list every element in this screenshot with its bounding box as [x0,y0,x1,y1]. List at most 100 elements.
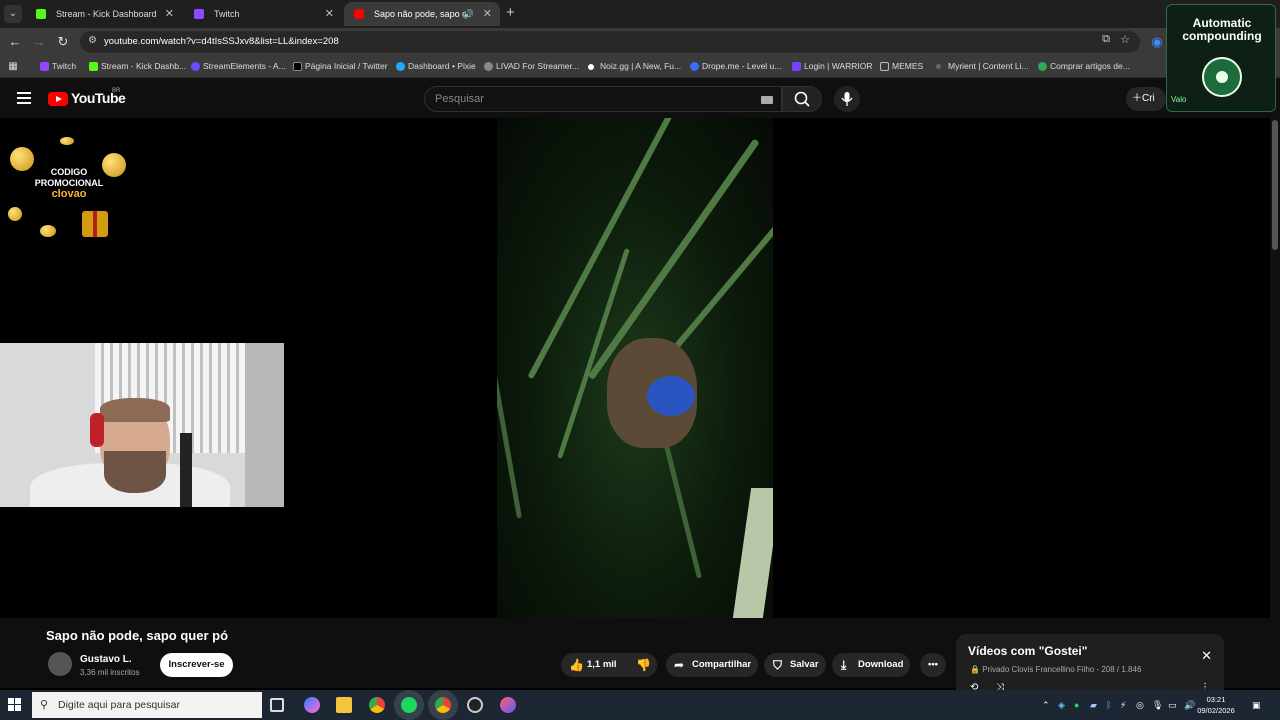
install-app-icon[interactable]: ⧉ [1102,33,1110,46]
chrome-icon[interactable] [369,697,385,713]
menu-icon[interactable] [17,92,31,104]
notification-icon[interactable]: ▣ [1252,690,1261,720]
browser-tab-strip: ⌄ Stream - Kick Dashboard ✕ Twitch ✕ Sap… [0,0,1280,28]
bookmark-star-icon[interactable]: ☆ [1120,33,1130,46]
keyboard-icon[interactable] [761,96,773,104]
subscribe-button[interactable]: Inscrever-se [160,653,233,677]
bookmark-streamelements[interactable]: StreamElements - A... [191,56,286,77]
chrome-icon[interactable] [435,697,451,713]
back-button[interactable]: ← [6,33,24,51]
forward-button[interactable]: → [30,33,48,51]
url-text: youtube.com/watch?v=d4tIsSSJxv8&list=LL&… [104,36,339,47]
bookmark-label: Stream - Kick Dashb... [101,61,187,71]
obs-icon[interactable] [467,697,483,713]
bookmark-label: Myrient | Content Li... [948,61,1029,71]
save-label: Salvar [790,659,819,670]
bookmark-drope[interactable]: Drope.me - Level u... [690,56,781,77]
taskbar-search-input[interactable]: ⚲ Digite aqui para pesquisar [32,692,262,718]
bookmark-label: Drope.me - Level u... [702,61,782,71]
subscriber-count: 3,36 mil inscritos [80,668,140,677]
clock-time: 03:21 [1206,695,1226,704]
close-tab-icon[interactable]: ✕ [165,2,174,26]
tab-twitch[interactable]: Twitch ✕ [184,2,342,26]
bookmark-twitter[interactable]: Página Inicial / Twitter [293,56,388,77]
video-frame[interactable] [497,118,773,618]
thumbs-up-icon: 👍 [569,658,584,672]
close-icon[interactable]: ✕ [1201,648,1212,664]
playlist-title[interactable]: Vídeos com "Gostei" [968,644,1087,658]
windows-start-icon[interactable] [8,698,22,712]
microphone-stand [180,433,192,507]
playlist-meta: 🔒 Privado Clovis Francellino Filho - 208… [970,665,1141,674]
save-button[interactable]: ⛉ Salvar [764,653,826,677]
page-scrollbar[interactable] [1270,118,1280,688]
bookmark-comprar[interactable]: Comprar artigos de... [1038,56,1130,77]
tab-youtube-video[interactable]: Sapo não pode, sapo quer pó 🔊 ✕ [344,2,500,26]
close-tab-icon[interactable]: ✕ [483,2,492,26]
tab-kick-dashboard[interactable]: Stream - Kick Dashboard ✕ [26,2,182,26]
network-icon[interactable]: ⚡ [1120,690,1126,720]
more-actions-button[interactable]: ••• [920,653,946,677]
chevron-up-icon[interactable]: ⌃ [1042,690,1050,720]
copilot-icon[interactable] [304,697,320,713]
coin-icon [40,225,56,237]
download-button[interactable]: ⤓ Download [832,653,910,677]
voice-search-button[interactable] [834,86,860,112]
headset [90,413,104,447]
tray-app-icon[interactable]: ● [1074,690,1079,720]
dislike-button[interactable]: 👎 [629,653,657,677]
bookmark-warrior[interactable]: Login | WARRIOR [792,56,873,77]
microphone-icon[interactable]: 🎙 [1152,690,1163,720]
bluetooth-icon[interactable]: ᛒ [1106,690,1111,720]
noiz-icon [588,64,594,70]
bookmark-label: Login | WARRIOR [804,61,873,71]
bookmark-label: Dashboard • Pixie [408,61,476,71]
youtube-logo-icon[interactable] [48,92,68,106]
bookmark-label: StreamElements - A... [203,61,286,71]
bookmark-pixie[interactable]: Dashboard • Pixie [396,56,476,77]
share-icon: ➦ [674,658,685,672]
clock[interactable]: 03:21 09/02/2026 [1196,694,1236,716]
search-button[interactable] [782,86,822,112]
myrient-icon [936,64,941,69]
channel-avatar[interactable] [48,652,72,676]
playlist-panel: Vídeos com "Gostei" 🔒 Privado Clovis Fra… [956,634,1224,696]
google-icon [1038,62,1047,71]
download-icon: ⤓ [841,658,847,672]
site-info-icon[interactable]: ⚙ [88,35,97,46]
volume-icon[interactable]: 🔊 [1184,690,1195,720]
share-button[interactable]: ➦ Compartilhar [666,653,758,677]
task-view-icon[interactable] [270,698,284,712]
close-tab-icon[interactable]: ✕ [325,2,334,26]
bookmark-twitch[interactable]: Twitch [40,56,76,77]
twitch-icon [40,62,49,71]
bookmark-kick-dashboard[interactable]: Stream - Kick Dashb... [89,56,186,77]
file-explorer-icon[interactable] [336,697,352,713]
new-tab-button[interactable]: + [506,4,518,24]
bookmark-noiz[interactable]: Noiz.gg | A New, Fu... [588,56,681,77]
messenger-icon[interactable] [500,697,516,713]
tab-search-button[interactable]: ⌄ [4,5,22,23]
extension-popup[interactable]: Automatic compounding Valo [1166,4,1276,112]
tab-label: Twitch [214,9,240,19]
bookmark-folder-memes[interactable]: MEMES [880,56,923,77]
apps-grid-icon[interactable]: ▦ [4,58,22,76]
search-input[interactable]: Pesquisar [424,86,782,112]
speaker-icon[interactable]: 🔊 [463,2,474,26]
address-bar[interactable]: ⚙ youtube.com/watch?v=d4tIsSSJxv8&list=L… [80,31,1140,53]
spotify-icon[interactable] [401,697,417,713]
bookmark-myrient[interactable]: Myrient | Content Li... [936,56,1029,77]
reload-button[interactable]: ↻ [54,33,72,51]
tray-app-icon[interactable]: ◎ [1136,690,1144,720]
monitor-icon[interactable]: ▭ [1168,690,1177,720]
bookmark-livad[interactable]: LIVAD For Streamer... [484,56,579,77]
extension-icon[interactable]: ◉ [1148,33,1166,51]
scrollbar-thumb[interactable] [1272,120,1278,250]
tray-app-icon[interactable]: ▰ [1090,690,1097,720]
windows-taskbar: ⚲ Digite aqui para pesquisar ⌃ ◈ ● ▰ ᛒ ⚡… [0,690,1280,720]
promo-text: CODIGO PROMOCIONAL clovao [24,167,114,200]
create-button[interactable]: ＋Cri [1126,87,1166,111]
steam-icon[interactable]: ◈ [1058,690,1065,720]
channel-name[interactable]: Gustavo L. [80,654,132,665]
streamelements-icon [191,62,200,71]
